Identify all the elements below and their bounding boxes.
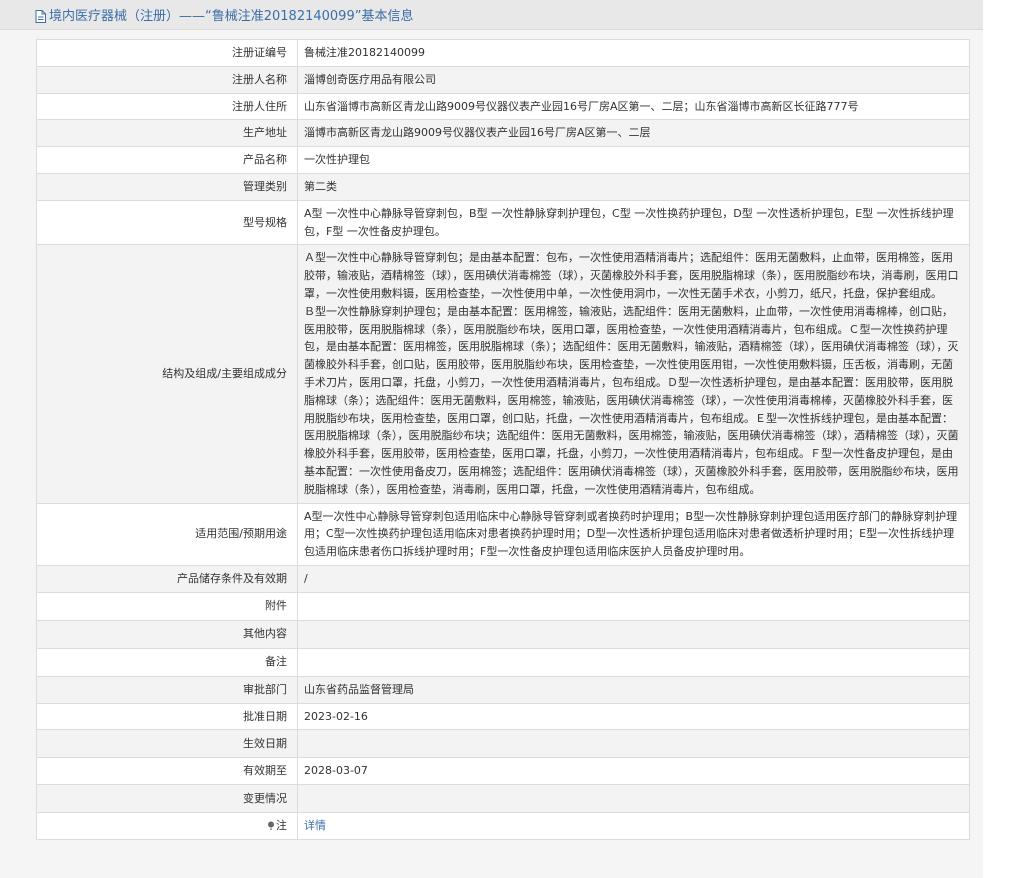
page-header: 境内医疗器械（注册）——“鲁械注准20182140099”基本信息	[0, 0, 983, 30]
table-row: 注册人住所 山东省淄博市高新区青龙山路9009号仪器仪表产业园16号厂房A区第一…	[36, 92, 970, 121]
table-row: 注册证编号 鲁械注准20182140099	[36, 39, 970, 67]
row-value	[297, 619, 970, 649]
row-value: Ａ型一次性中心静脉导管穿刺包；是由基本配置：包布，一次性使用酒精消毒片；选配组件…	[297, 244, 970, 504]
row-value: A型一次性中心静脉导管穿刺包适用临床中心静脉导管穿刺或者换药时护理用；B型一次性…	[297, 502, 970, 566]
row-value: 一次性护理包	[297, 146, 970, 174]
table-row: 结构及组成/主要组成成分 Ａ型一次性中心静脉导管穿刺包；是由基本配置：包布，一次…	[36, 244, 970, 504]
row-value	[297, 647, 970, 677]
row-label: 注册人住所	[36, 92, 298, 121]
info-table: 注册证编号 鲁械注准20182140099 注册人名称 淄博创奇医疗用品有限公司…	[36, 39, 970, 840]
table-row: 管理类别 第二类	[36, 172, 970, 201]
table-row: 备注	[36, 647, 970, 677]
row-label: 备注	[36, 647, 298, 677]
table-row: 型号规格 A型 一次性中心静脉导管穿刺包，B型 一次性静脉穿刺护理包，C型 一次…	[36, 199, 970, 246]
row-label: 审批部门	[36, 675, 298, 704]
table-row: 有效期至 2028-03-07	[36, 757, 970, 786]
row-value: 2023-02-16	[297, 702, 970, 731]
row-label: 注	[276, 819, 287, 833]
row-value: 鲁械注准20182140099	[297, 39, 970, 67]
table-row: 注册人名称 淄博创奇医疗用品有限公司	[36, 65, 970, 94]
pin-icon	[267, 818, 275, 830]
table-row: 其他内容	[36, 619, 970, 649]
row-label: 生效日期	[36, 729, 298, 759]
row-value: 淄博创奇医疗用品有限公司	[297, 65, 970, 94]
row-label: 产品储存条件及有效期	[36, 564, 298, 593]
row-label: 生产地址	[36, 119, 298, 148]
document-icon	[35, 8, 46, 23]
table-row: 产品名称 一次性护理包	[36, 146, 970, 174]
row-label: 适用范围/预期用途	[36, 502, 298, 566]
table-row: 生效日期	[36, 729, 970, 759]
note-label: 注	[36, 812, 298, 840]
details-link[interactable]: 详情	[304, 819, 326, 832]
row-label: 附件	[36, 591, 298, 621]
row-value	[297, 591, 970, 621]
row-value	[297, 729, 970, 759]
row-label: 型号规格	[36, 199, 298, 246]
row-value: 山东省药品监督管理局	[297, 675, 970, 704]
composition-paragraph-b: Ｂ型一次性静脉穿刺护理包；是由基本配置：医用棉签，输液贴，选配组件：医用无菌敷料…	[304, 304, 959, 496]
table-row: 变更情况	[36, 784, 970, 814]
row-value: 2028-03-07	[297, 757, 970, 786]
row-value	[297, 784, 970, 814]
composition-paragraph-a: Ａ型一次性中心静脉导管穿刺包；是由基本配置：包布，一次性使用酒精消毒片；选配组件…	[304, 251, 959, 300]
row-label: 结构及组成/主要组成成分	[36, 244, 298, 504]
row-label: 有效期至	[36, 757, 298, 786]
page-title: 境内医疗器械（注册）——“鲁械注准20182140099”基本信息	[49, 9, 414, 24]
row-label: 其他内容	[36, 619, 298, 649]
table-row: 审批部门 山东省药品监督管理局	[36, 675, 970, 704]
row-value: 第二类	[297, 172, 970, 201]
row-label: 变更情况	[36, 784, 298, 814]
row-label: 管理类别	[36, 172, 298, 201]
row-value: 淄博市高新区青龙山路9009号仪器仪表产业园16号厂房A区第一、二层	[297, 119, 970, 148]
table-row: 批准日期 2023-02-16	[36, 702, 970, 731]
row-value: 山东省淄博市高新区青龙山路9009号仪器仪表产业园16号厂房A区第一、二层；山东…	[297, 92, 970, 121]
page: 境内医疗器械（注册）——“鲁械注准20182140099”基本信息 注册证编号 …	[0, 0, 983, 878]
row-value: 详情	[297, 812, 970, 840]
table-row: 注 详情	[36, 812, 970, 840]
table-row: 适用范围/预期用途 A型一次性中心静脉导管穿刺包适用临床中心静脉导管穿刺或者换药…	[36, 502, 970, 566]
table-row: 附件	[36, 591, 970, 621]
row-label: 注册人名称	[36, 65, 298, 94]
table-row: 产品储存条件及有效期 /	[36, 564, 970, 593]
row-value: A型 一次性中心静脉导管穿刺包，B型 一次性静脉穿刺护理包，C型 一次性换药护理…	[297, 199, 970, 246]
row-label: 注册证编号	[36, 39, 298, 67]
row-label: 批准日期	[36, 702, 298, 731]
table-row: 生产地址 淄博市高新区青龙山路9009号仪器仪表产业园16号厂房A区第一、二层	[36, 119, 970, 148]
row-label: 产品名称	[36, 146, 298, 174]
row-value: /	[297, 564, 970, 593]
